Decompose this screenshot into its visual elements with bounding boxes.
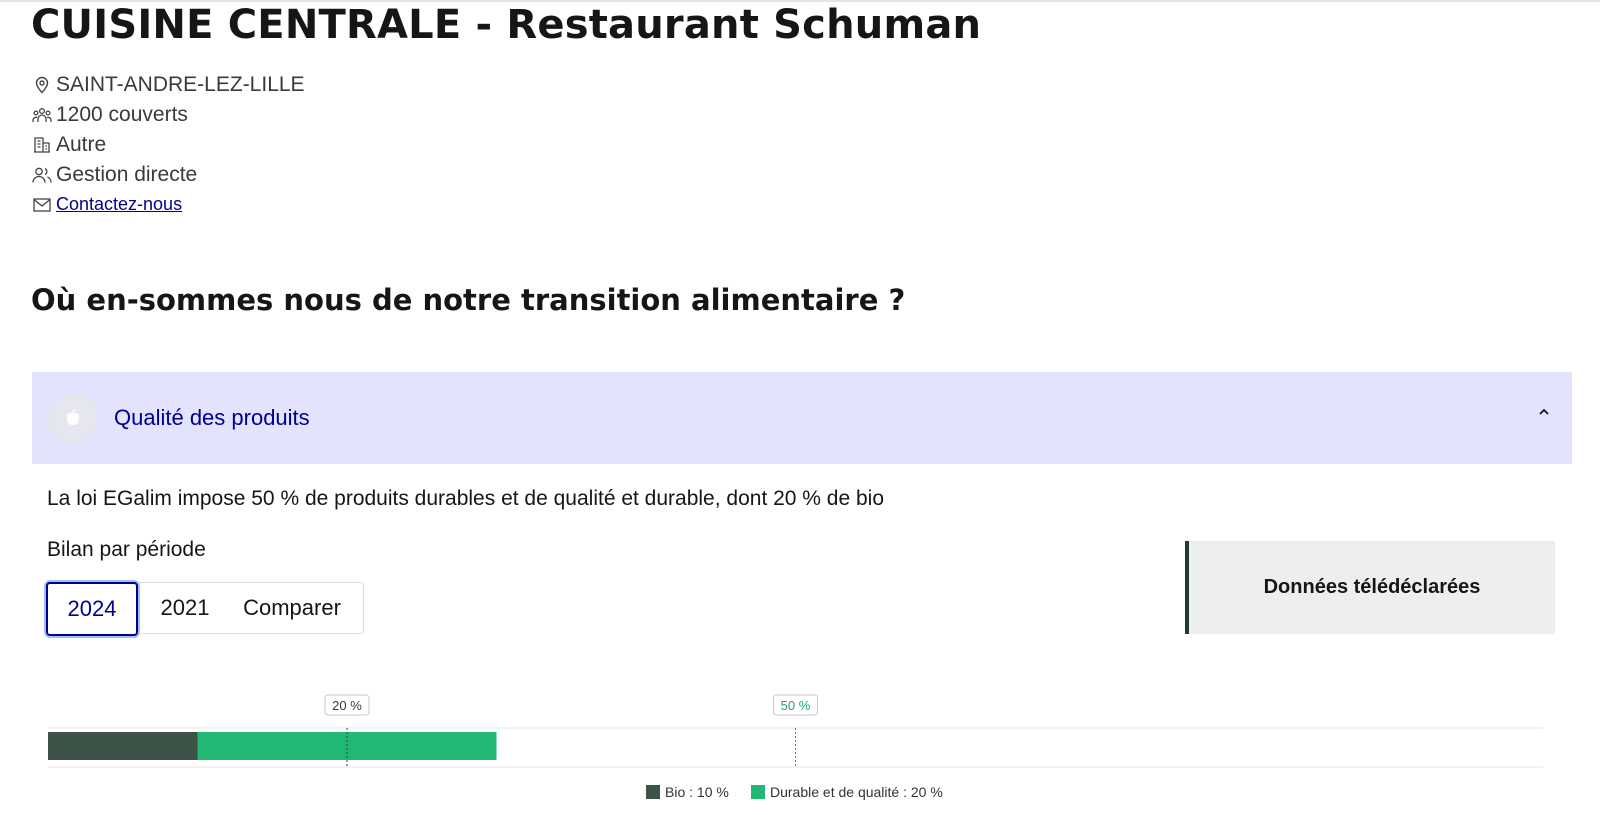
covers-text: 1200 couverts [56, 103, 188, 126]
egalim-law-text: La loi EGalim impose 50 % de produits du… [47, 487, 885, 510]
info-covers: 1200 couverts [32, 103, 188, 127]
building-icon [32, 135, 52, 155]
tab-2021[interactable]: 2021 [154, 582, 216, 634]
info-contact: Contactez-nous [32, 194, 182, 215]
apple-icon [48, 393, 98, 443]
management-text: Gestion directe [56, 163, 198, 186]
sector-text: Autre [56, 133, 107, 156]
quality-products-chart: 20 % 50 % Bio : 10 % Durable et de qualité … [48, 694, 1543, 800]
period-label: Bilan par période [47, 538, 206, 561]
accordion-label: Qualité des produits [114, 405, 310, 430]
contact-link[interactable]: Contactez-nous [56, 194, 182, 215]
legend-label-bio: Bio : 10 % [665, 784, 729, 800]
legend-swatch-durable [751, 785, 765, 799]
declared-data-callout: Données télédéclarées [1185, 541, 1555, 634]
location-pin-icon [32, 75, 52, 95]
legend-label-durable: Durable et de qualité : 20 % [770, 784, 943, 800]
info-sector: Autre [32, 133, 106, 157]
location-text: SAINT-ANDRE-LEZ-LILLE [56, 73, 305, 96]
info-management: Gestion directe [32, 163, 197, 187]
mail-icon [32, 195, 52, 215]
section-title: Où en-sommes nous de notre transition al… [31, 283, 906, 317]
info-location: SAINT-ANDRE-LEZ-LILLE [32, 73, 305, 97]
bar-bio [48, 732, 198, 760]
callout-text: Données télédéclarées [1263, 576, 1481, 598]
group-icon [32, 105, 52, 125]
threshold-label-20: 20 % [332, 698, 362, 713]
page-title: CUISINE CENTRALE - Restaurant Schuman [31, 2, 982, 48]
accordion-quality-header[interactable]: Qualité des produits [32, 372, 1572, 464]
tab-compare[interactable]: Comparer [236, 582, 348, 634]
threshold-label-50: 50 % [781, 698, 811, 713]
users-icon [32, 165, 52, 185]
tab-2024[interactable]: 2024 [46, 582, 138, 636]
period-segmented-control: 2024 2021 Comparer [45, 582, 364, 636]
chevron-up-icon[interactable] [1534, 402, 1554, 422]
legend-swatch-bio [646, 785, 660, 799]
